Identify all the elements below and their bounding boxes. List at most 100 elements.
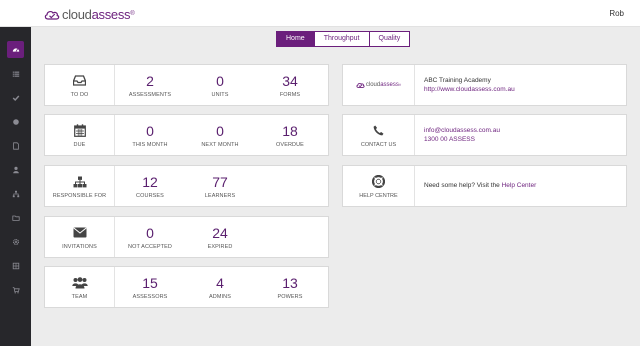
todo-units[interactable]: 0 UNITS (185, 65, 255, 105)
contact-label-cell: CONTACT US (343, 115, 415, 155)
contact-card: CONTACT US info@cloudassess.com.au 1300 … (342, 114, 627, 156)
grid-icon (12, 262, 19, 269)
org-logo-part2: assess (380, 82, 399, 88)
dashboard-tabs: Home Throughput Quality (276, 31, 411, 47)
stat-value: 2 (146, 72, 154, 89)
phone-icon (370, 123, 388, 139)
help-text: Need some help? Visit the (424, 182, 502, 190)
responsible-label-cell[interactable]: RESPONSIBLE FOR (45, 166, 115, 206)
check-icon (12, 95, 19, 101)
organisation-url-link[interactable]: http://www.cloudassess.com.au (424, 85, 626, 95)
sidebar (0, 27, 31, 346)
todo-assessments[interactable]: 2 ASSESSMENTS (115, 65, 185, 105)
inbox-icon (71, 73, 89, 89)
due-card[interactable]: DUE 0 THIS MONTH 0 NEXT MONTH 18 OVERDUE (44, 114, 329, 156)
todo-label-cell[interactable]: TO DO (45, 65, 115, 105)
stat-caption: ASSESSORS (132, 293, 168, 300)
due-this-month[interactable]: 0 THIS MONTH (115, 115, 185, 155)
team-powers[interactable]: 13 POWERS (255, 267, 325, 307)
team-admins[interactable]: 4 ADMINS (185, 267, 255, 307)
cloud-check-icon (44, 10, 60, 20)
responsible-label: RESPONSIBLE FOR (52, 192, 107, 199)
sidebar-item-cart[interactable] (7, 281, 24, 298)
invitations-label-cell[interactable]: INVITATIONS (45, 217, 115, 257)
sidebar-item-user[interactable] (7, 161, 24, 178)
due-label-cell[interactable]: DUE (45, 115, 115, 155)
organisation-logo: cloud assess ® (343, 65, 415, 105)
invitations-label: INVITATIONS (62, 243, 97, 250)
stat-value: 13 (282, 274, 298, 291)
circle-icon (12, 118, 19, 125)
dashboard-icon (12, 47, 19, 52)
stat-caption: LEARNERS (204, 192, 236, 199)
stat-caption: FORMS (279, 91, 301, 98)
cloud-check-icon (356, 82, 365, 88)
calendar-icon (71, 123, 89, 139)
stat-caption: THIS MONTH (132, 141, 168, 148)
stat-caption: UNITS (211, 91, 229, 98)
contact-phone-link[interactable]: 1300 00 ASSESS (424, 135, 626, 145)
help-center-link[interactable]: Help Center (502, 182, 537, 189)
responsible-courses[interactable]: 12 COURSES (115, 166, 185, 206)
sidebar-item-list[interactable] (7, 65, 24, 82)
user-menu[interactable]: Rob (609, 9, 624, 18)
lifebuoy-icon (370, 174, 388, 190)
sidebar-item-settings[interactable] (7, 233, 24, 250)
sidebar-item-folder[interactable] (7, 209, 24, 226)
organisation-name: ABC Training Academy (424, 76, 491, 84)
tab-throughput[interactable]: Throughput (313, 31, 370, 47)
team-assessors[interactable]: 15 ASSESSORS (115, 267, 185, 307)
sidebar-item-organisation[interactable] (7, 185, 24, 202)
team-label-cell[interactable]: TEAM (45, 267, 115, 307)
due-label: DUE (73, 141, 86, 148)
responsible-card[interactable]: RESPONSIBLE FOR 12 COURSES 77 LEARNERS (44, 165, 329, 207)
envelope-icon (71, 225, 89, 241)
sidebar-item-dashboard[interactable] (7, 41, 24, 58)
sidebar-item-document[interactable] (7, 137, 24, 154)
stat-caption: NEXT MONTH (201, 141, 239, 148)
stat-caption: POWERS (277, 293, 303, 300)
org-chart-icon (12, 190, 19, 197)
brand-logo[interactable]: cloud assess ® (44, 5, 135, 23)
contact-email-link[interactable]: info@cloudassess.com.au (424, 126, 626, 136)
stat-value: 0 (146, 122, 154, 139)
team-card[interactable]: TEAM 15 ASSESSORS 4 ADMINS 13 POWERS (44, 266, 329, 308)
sidebar-item-check[interactable] (7, 89, 24, 106)
invitations-not-accepted[interactable]: 0 NOT ACCEPTED (115, 217, 185, 257)
document-icon (12, 141, 19, 150)
tab-home[interactable]: Home (276, 31, 315, 47)
stat-value: 0 (216, 72, 224, 89)
stat-value: 24 (212, 224, 228, 241)
invitations-expired[interactable]: 24 EXPIRED (185, 217, 255, 257)
stat-caption: ASSESSMENTS (128, 91, 172, 98)
stat-value: 77 (212, 173, 228, 190)
stat-caption: NOT ACCEPTED (128, 243, 172, 250)
due-overdue[interactable]: 18 OVERDUE (255, 115, 325, 155)
stat-value: 34 (282, 72, 298, 89)
sidebar-item-grid[interactable] (7, 257, 24, 274)
folder-icon (11, 215, 20, 221)
top-bar: cloud assess ® Rob (0, 0, 640, 27)
todo-card[interactable]: TO DO 2 ASSESSMENTS 0 UNITS 34 FORMS (44, 64, 329, 106)
user-icon (12, 166, 19, 173)
invitations-card[interactable]: INVITATIONS 0 NOT ACCEPTED 24 EXPIRED (44, 216, 329, 258)
stat-caption: ADMINS (209, 293, 231, 300)
stat-value: 12 (142, 173, 158, 190)
organisation-card: cloud assess ® ABC Training Academy http:/… (342, 64, 627, 106)
team-icon (71, 275, 89, 291)
responsible-learners[interactable]: 77 LEARNERS (185, 166, 255, 206)
list-icon (12, 71, 19, 77)
todo-label: TO DO (70, 91, 89, 98)
stat-value: 0 (216, 122, 224, 139)
stat-value: 15 (142, 274, 158, 291)
todo-forms[interactable]: 34 FORMS (255, 65, 325, 105)
stat-caption: OVERDUE (276, 141, 304, 148)
stat-caption: EXPIRED (207, 243, 233, 250)
tab-quality[interactable]: Quality (368, 31, 411, 47)
sidebar-item-circle[interactable] (7, 113, 24, 130)
sitemap-icon (71, 174, 89, 190)
due-next-month[interactable]: 0 NEXT MONTH (185, 115, 255, 155)
stat-value: 4 (216, 274, 224, 291)
help-label-cell: HELP CENTRE (343, 166, 415, 206)
gear-icon (12, 238, 19, 245)
